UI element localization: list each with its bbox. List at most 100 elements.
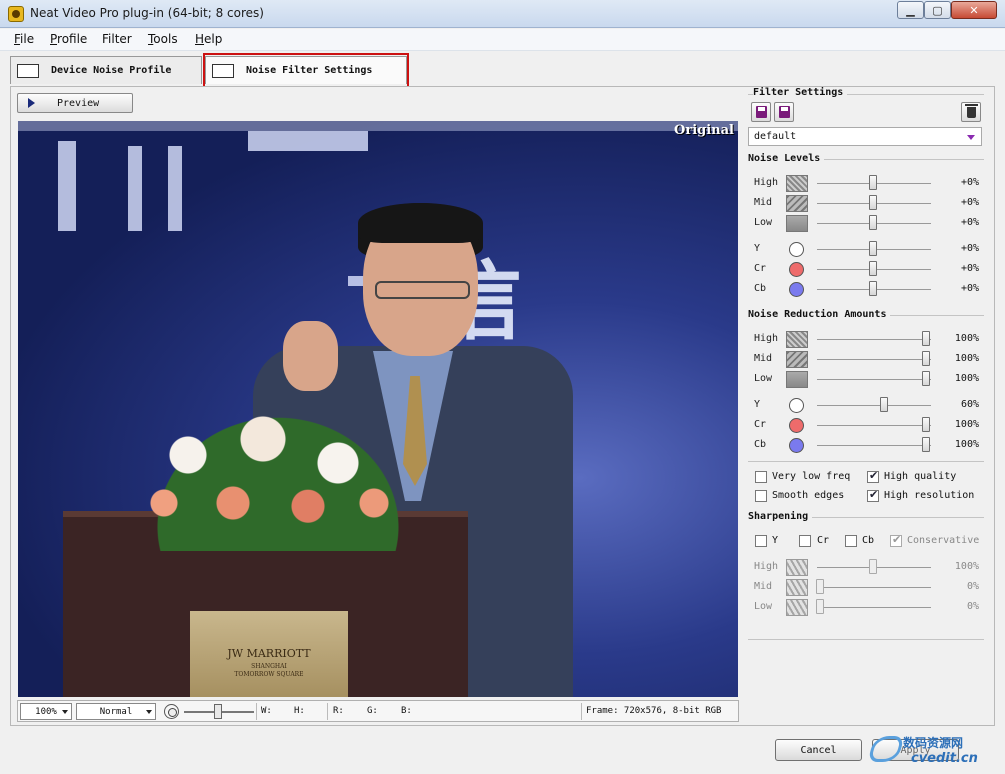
slider-thumb[interactable] xyxy=(816,579,824,594)
high-resolution-label: High resolution xyxy=(884,490,975,501)
view-mode-dropdown[interactable]: Normal xyxy=(76,703,156,720)
bg-graphic xyxy=(128,146,142,231)
play-icon xyxy=(28,98,35,108)
slider-thumb[interactable] xyxy=(869,195,877,210)
slider-thumb[interactable] xyxy=(922,371,930,386)
conservative-checkbox[interactable] xyxy=(890,533,902,547)
bg-graphic xyxy=(168,146,182,231)
menu-profile[interactable]: Profile xyxy=(50,32,87,46)
open-disk-icon xyxy=(756,106,767,118)
slider-thumb[interactable] xyxy=(869,281,877,296)
window-title: Neat Video Pro plug-in (64-bit; 8 cores) xyxy=(30,6,264,20)
slider-thumb[interactable] xyxy=(922,351,930,366)
slider-thumb[interactable] xyxy=(869,559,877,574)
plate-logo: JW MARRIOTT xyxy=(227,647,311,660)
flower-arrangement xyxy=(128,391,428,551)
viewer-status-bar: 100% Normal W: H: R: G: B: Frame: 720x57… xyxy=(17,700,739,722)
divider xyxy=(581,703,582,720)
slider-label: Cb xyxy=(754,439,767,450)
blue-readout: B: xyxy=(401,706,412,716)
bg-graphic xyxy=(18,121,738,131)
slider-value: 60% xyxy=(960,399,979,410)
noise-pattern-swatch xyxy=(786,195,808,212)
high-quality-checkbox[interactable] xyxy=(867,469,879,483)
menu-tools[interactable]: Tools xyxy=(148,32,178,46)
cancel-button[interactable]: Cancel xyxy=(775,739,862,761)
slider-track[interactable] xyxy=(817,405,931,406)
smooth-edges-checkbox[interactable] xyxy=(755,490,767,502)
slider-label: Cr xyxy=(754,419,767,430)
preset-dropdown[interactable]: default xyxy=(748,127,982,146)
watermark-text: 数码资源网 xyxy=(903,736,964,750)
slider-label: Y xyxy=(754,243,761,254)
high-resolution-checkbox[interactable] xyxy=(867,488,879,502)
maximize-button[interactable]: ▢ xyxy=(924,1,951,19)
load-preset-button[interactable] xyxy=(751,102,771,122)
video-viewer[interactable]: 信 息 JW MARRIOTT SHANGHAI TOMORROW SQUARE… xyxy=(18,121,738,697)
slider-thumb[interactable] xyxy=(869,261,877,276)
minimize-button[interactable]: ▁ xyxy=(897,1,924,19)
save-preset-button[interactable] xyxy=(774,102,794,122)
slider-track[interactable] xyxy=(817,379,931,380)
menu-filter[interactable]: Filter xyxy=(102,32,132,46)
menu-help[interactable]: Help xyxy=(195,32,222,46)
speaker-hand xyxy=(283,321,338,391)
noise-pattern-swatch xyxy=(786,175,808,192)
slider-thumb[interactable] xyxy=(869,215,877,230)
sharpen-y-label: Y xyxy=(772,535,779,546)
trash-icon xyxy=(965,104,978,118)
sharpen-y-checkbox[interactable] xyxy=(755,535,767,547)
tab-device-noise-profile[interactable]: Device Noise Profile xyxy=(10,56,202,84)
sharpen-cb-label: Cb xyxy=(862,535,875,546)
slider-label: High xyxy=(754,177,779,188)
preview-button[interactable]: Preview xyxy=(17,93,133,113)
cb-channel-icon xyxy=(789,438,804,453)
very-low-freq-checkbox[interactable] xyxy=(755,471,767,483)
slider-thumb[interactable] xyxy=(922,437,930,452)
watermark-logo xyxy=(867,736,905,762)
brightness-icon xyxy=(164,704,179,719)
sharpening-title: Sharpening xyxy=(748,511,813,522)
brightness-slider-thumb[interactable] xyxy=(214,704,222,719)
slider-value: +0% xyxy=(960,177,979,188)
high-quality-label: High quality xyxy=(884,471,957,482)
width-readout: W: xyxy=(261,706,272,716)
title-bar: Neat Video Pro plug-in (64-bit; 8 cores)… xyxy=(0,0,1005,28)
chevron-down-icon xyxy=(62,710,68,714)
y-channel-icon xyxy=(789,398,804,413)
slider-thumb[interactable] xyxy=(869,241,877,256)
slider-track[interactable] xyxy=(817,425,931,426)
delete-preset-button[interactable] xyxy=(961,102,981,122)
speaker-hair xyxy=(358,203,483,243)
slider-value: +0% xyxy=(960,217,979,228)
slider-track[interactable] xyxy=(817,359,931,360)
slider-thumb[interactable] xyxy=(922,331,930,346)
slider-value: +0% xyxy=(960,197,979,208)
slider-thumb[interactable] xyxy=(816,599,824,614)
noise-levels-title: Noise Levels xyxy=(748,153,825,164)
close-button[interactable]: ✕ xyxy=(951,1,997,19)
sharpen-cb-checkbox[interactable] xyxy=(845,535,857,547)
slider-thumb[interactable] xyxy=(869,175,877,190)
slider-track[interactable] xyxy=(817,339,931,340)
chevron-down-icon xyxy=(967,135,975,140)
slider-value: 100% xyxy=(954,439,979,450)
zoom-dropdown[interactable]: 100% xyxy=(20,703,72,720)
slider-value: 100% xyxy=(954,561,979,572)
slider-thumb[interactable] xyxy=(879,397,888,412)
slider-value: 100% xyxy=(954,333,979,344)
slider-track[interactable] xyxy=(817,587,931,588)
sharpen-cr-checkbox[interactable] xyxy=(799,535,811,547)
y-channel-icon xyxy=(789,242,804,257)
divider xyxy=(748,461,984,462)
save-disk-icon xyxy=(779,106,790,118)
menu-file[interactable]: File xyxy=(14,32,34,46)
frame-info: Frame: 720x576, 8-bit RGB xyxy=(586,706,722,716)
slider-value: 0% xyxy=(966,601,979,612)
slider-value: +0% xyxy=(960,243,979,254)
slider-track[interactable] xyxy=(817,445,931,446)
slider-thumb[interactable] xyxy=(922,417,930,432)
speaker-glasses xyxy=(375,281,470,299)
menu-bar: File Profile Filter Tools Help xyxy=(0,29,1005,51)
slider-track[interactable] xyxy=(817,607,931,608)
